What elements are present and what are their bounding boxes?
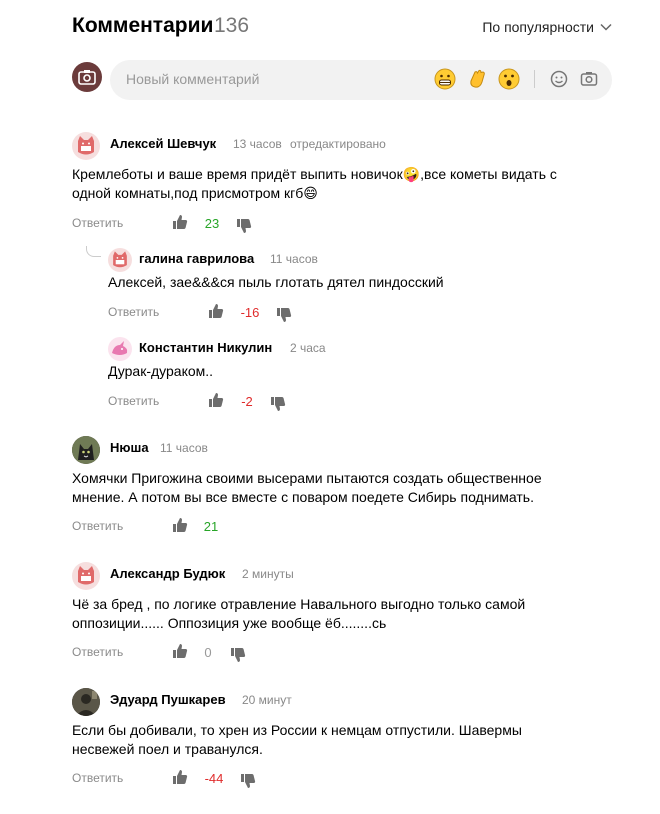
chevron-down-icon	[600, 23, 612, 31]
unicorn-avatar-icon	[112, 341, 128, 355]
comment-actions: Ответить 0	[72, 643, 272, 663]
comment-time[interactable]: 2 часа	[290, 341, 326, 355]
comment-composer: Новый комментарий	[72, 60, 612, 100]
camera-icon	[78, 70, 96, 85]
comment-time[interactable]: 2 минуты	[242, 567, 294, 581]
comment-text: Чё за бред , по логике отравление Наваль…	[72, 596, 526, 631]
attach-photo-icon[interactable]	[580, 70, 598, 88]
comment-score: 23	[204, 216, 220, 231]
comment-text: Алексей, зае&&&ся пыль глотать дятел пин…	[108, 274, 444, 290]
comment-item: Александр Будюк 2 минуты Чё за бред , по…	[72, 562, 592, 672]
reply-item: галина гаврилова 11 часов Алексей, зае&&…	[108, 248, 588, 323]
comment-author[interactable]: Александр Будюк	[110, 566, 225, 581]
comment-author[interactable]: Константин Никулин	[139, 340, 272, 355]
user-photo-avatar-icon	[72, 688, 100, 716]
comment-text: Кремлеботы и ваше время придёт выпить но…	[72, 166, 557, 201]
comment-time[interactable]: 20 минут	[242, 693, 292, 707]
thumbs-down-icon[interactable]	[240, 773, 256, 789]
avatar[interactable]	[72, 436, 100, 464]
comment-actions: Ответить -16	[108, 303, 308, 323]
comments-count: 136	[214, 14, 250, 37]
avatar[interactable]	[72, 562, 100, 590]
thumbs-up-icon[interactable]	[208, 303, 224, 319]
comment-time[interactable]: 11 часов	[270, 252, 318, 266]
comment-actions: Ответить 21	[72, 517, 272, 537]
comment-text: Хомячки Пригожина своими высерами пытают…	[72, 470, 542, 505]
comment-time[interactable]: 13 часов	[233, 137, 282, 151]
comment-score: -44	[204, 771, 224, 786]
thread-connector	[86, 246, 101, 257]
reply-button[interactable]: Ответить	[108, 394, 159, 408]
thumbs-down-icon[interactable]	[230, 647, 246, 663]
reply-button[interactable]: Ответить	[108, 305, 159, 319]
comment-item: Алексей Шевчук 13 часов отредактировано …	[72, 132, 592, 242]
composer-separator	[534, 70, 535, 88]
thumbs-up-icon[interactable]	[172, 214, 188, 230]
avatar[interactable]	[108, 248, 132, 272]
new-comment-placeholder: Новый комментарий	[126, 71, 260, 87]
sort-dropdown[interactable]: По популярности	[482, 19, 612, 35]
comment-text: Если бы добивали, то хрен из России к не…	[72, 722, 522, 757]
surprised-emoji-icon[interactable]	[498, 68, 520, 90]
clap-emoji-icon[interactable]	[466, 68, 488, 90]
comments-title: Комментарии	[72, 14, 214, 37]
thumbs-down-icon[interactable]	[236, 218, 252, 234]
avatar[interactable]	[108, 337, 132, 361]
comment-time[interactable]: 11 часов	[160, 441, 208, 455]
cat-photo-avatar-icon	[72, 436, 100, 464]
comment-author[interactable]: Нюша	[110, 440, 149, 455]
avatar[interactable]	[72, 688, 100, 716]
reply-button[interactable]: Ответить	[72, 216, 123, 230]
thumbs-up-icon[interactable]	[208, 392, 224, 408]
comment-score: 0	[204, 645, 212, 660]
reply-button[interactable]: Ответить	[72, 519, 123, 533]
comment-actions: Ответить -2	[108, 392, 308, 412]
comment-score: -2	[241, 394, 253, 409]
comment-actions: Ответить 23	[72, 214, 272, 234]
comment-author[interactable]: Алексей Шевчук	[110, 136, 216, 151]
comment-author[interactable]: галина гаврилова	[139, 251, 254, 266]
thumbs-down-icon[interactable]	[270, 396, 286, 412]
sort-label: По популярности	[482, 19, 594, 35]
comment-text: Дурак-дураком..	[108, 363, 214, 379]
thumbs-up-icon[interactable]	[172, 769, 188, 785]
grimace-emoji-icon[interactable]	[434, 68, 456, 90]
thumbs-down-icon[interactable]	[276, 307, 292, 323]
comment-author[interactable]: Эдуард Пушкарев	[110, 692, 226, 707]
comment-actions: Ответить -44	[72, 769, 272, 789]
new-comment-input[interactable]: Новый комментарий	[110, 60, 612, 100]
comment-score: -16	[240, 305, 260, 320]
emoji-picker-icon[interactable]	[550, 70, 568, 88]
cat-mask-avatar-icon	[78, 136, 94, 155]
cat-mask-avatar-icon	[113, 251, 127, 268]
comment-item: Нюша 11 часов Хомячки Пригожина своими в…	[72, 436, 592, 546]
reply-button[interactable]: Ответить	[72, 771, 123, 785]
comment-edited-label: отредактировано	[290, 137, 386, 151]
thumbs-up-icon[interactable]	[172, 643, 188, 659]
cat-mask-avatar-icon	[78, 566, 94, 585]
reply-button[interactable]: Ответить	[72, 645, 123, 659]
avatar[interactable]	[72, 132, 100, 160]
thumbs-up-icon[interactable]	[172, 517, 188, 533]
reply-item: Константин Никулин 2 часа Дурак-дураком.…	[108, 337, 588, 412]
comment-item: Эдуард Пушкарев 20 минут Если бы добивал…	[72, 688, 592, 798]
comments-header: Комментарии 136 По популярности	[72, 14, 612, 42]
comment-score: 21	[203, 519, 219, 534]
current-user-avatar[interactable]	[72, 62, 102, 92]
